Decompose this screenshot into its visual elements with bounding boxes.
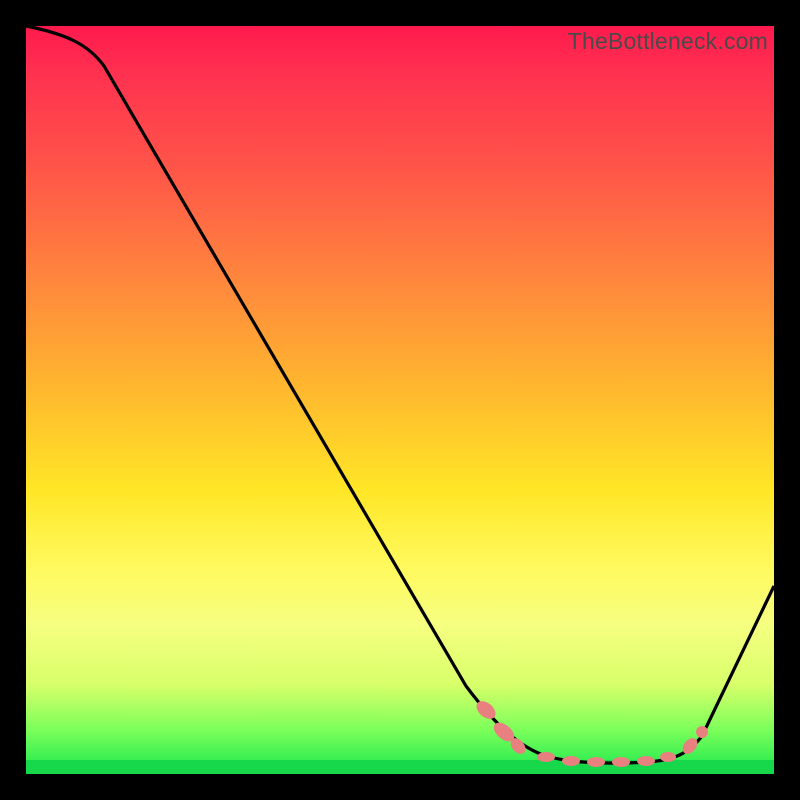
chart-frame: TheBottleneck.com bbox=[26, 26, 774, 774]
bottleneck-curve-svg bbox=[26, 26, 774, 774]
watermark-text: TheBottleneck.com bbox=[568, 28, 768, 55]
bottleneck-curve-path bbox=[26, 26, 774, 763]
marker-cluster bbox=[473, 698, 708, 767]
